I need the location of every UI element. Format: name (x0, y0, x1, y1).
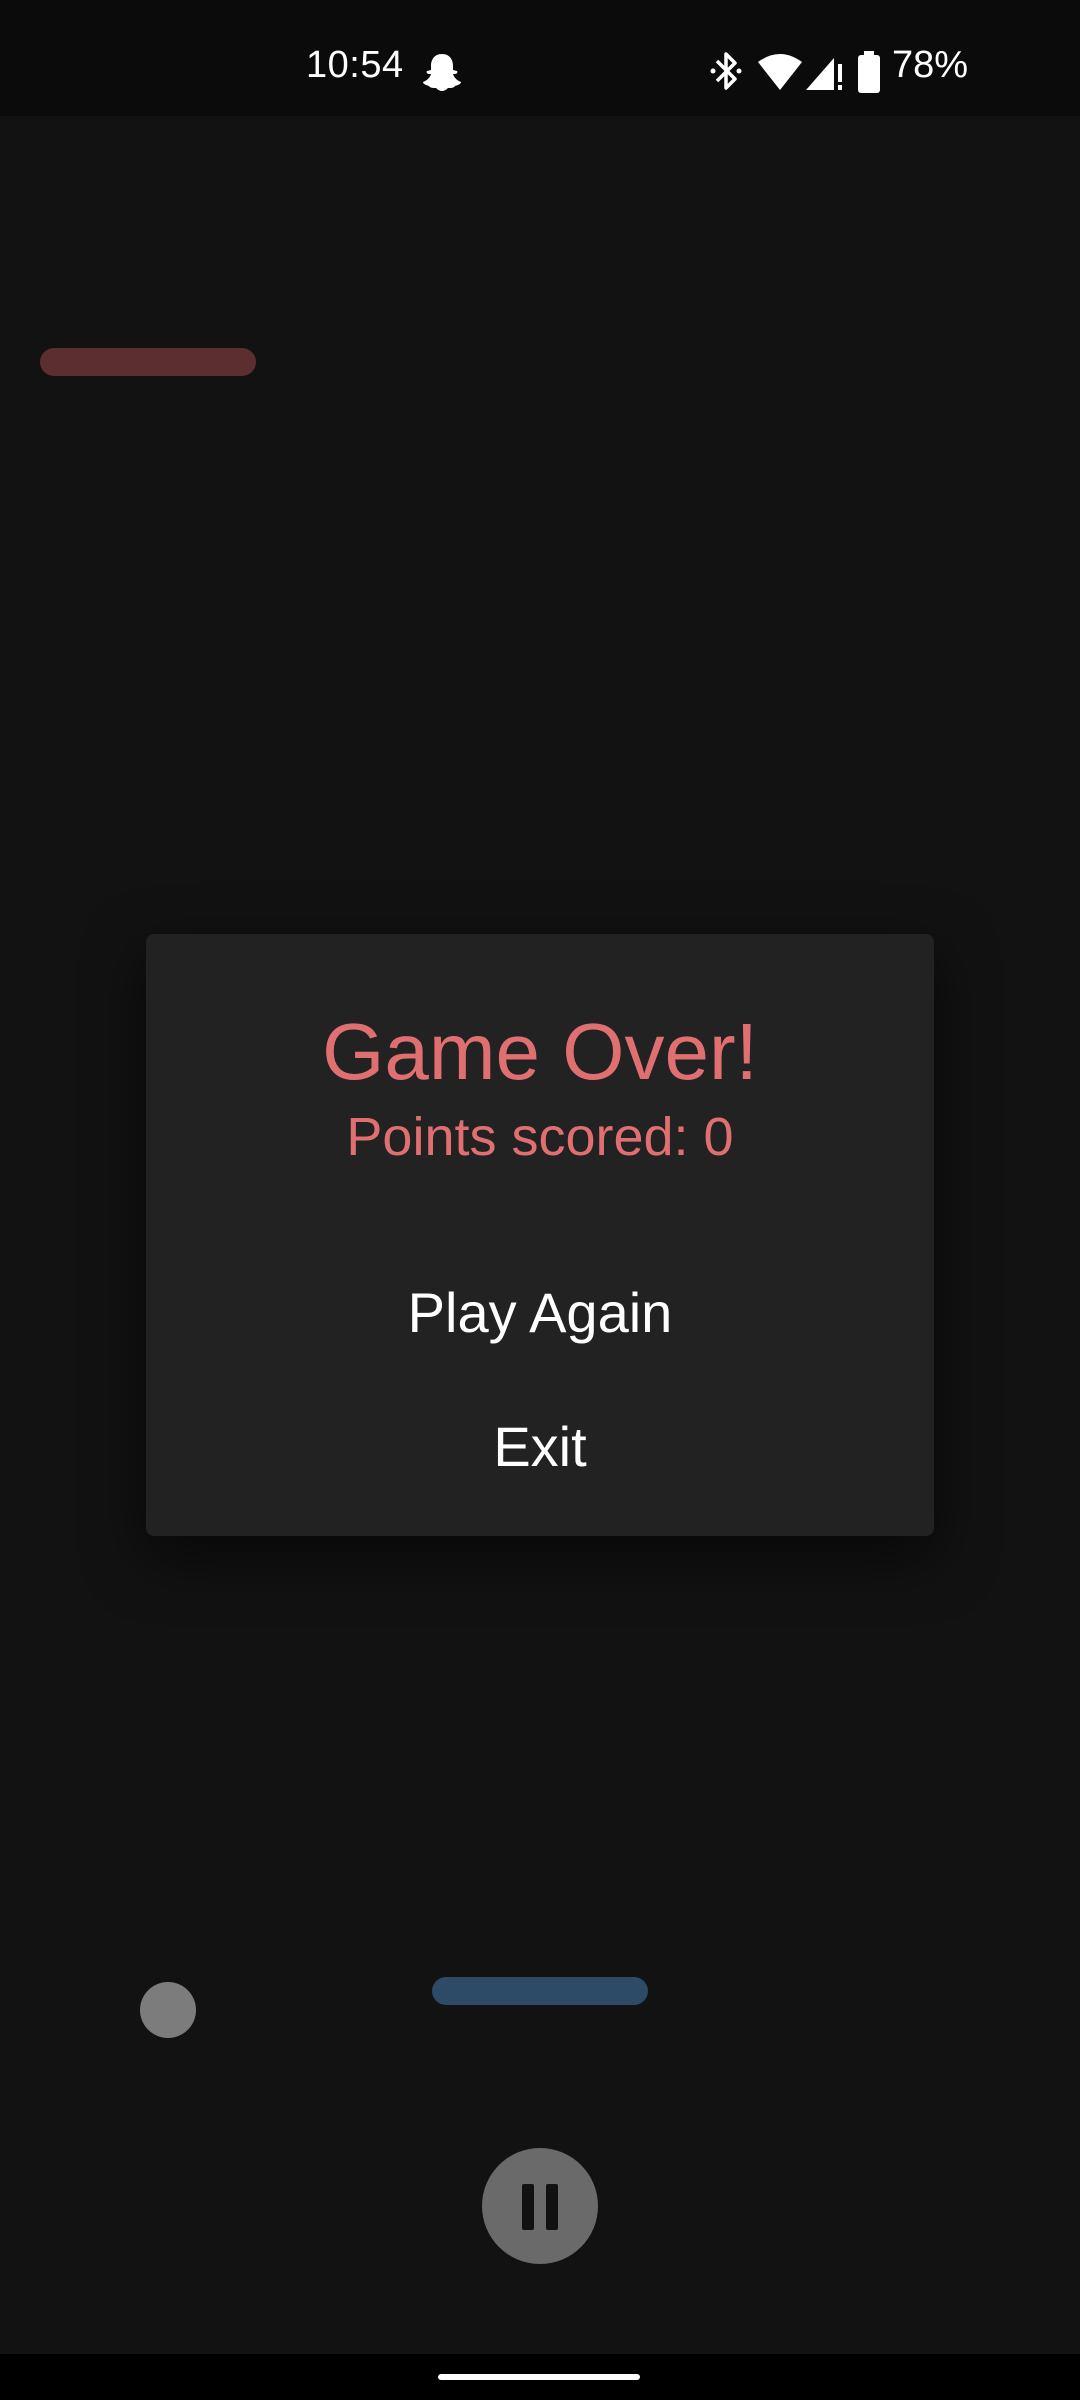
opponent-paddle (40, 348, 256, 376)
pause-icon (546, 2184, 558, 2230)
pause-button[interactable] (482, 2148, 598, 2264)
battery-icon (858, 51, 880, 93)
ball (140, 1982, 196, 2038)
navigation-bar (0, 2354, 1080, 2400)
snapchat-icon (423, 54, 461, 91)
player-paddle[interactable] (432, 1977, 648, 2005)
game-over-dialog: Game Over! Points scored: 0 Play Again E… (146, 934, 934, 1536)
bluetooth-icon (710, 52, 742, 90)
pause-icon (522, 2184, 534, 2230)
wifi-icon (758, 54, 802, 90)
game-screen: 10:54 78% Game Over! Points scored: 0 Pl… (0, 0, 1080, 2400)
status-bar: 10:54 78% (0, 0, 1080, 116)
signal-icon (806, 58, 842, 90)
exit-button[interactable]: Exit (146, 1414, 934, 1479)
status-time: 10:54 (306, 44, 404, 86)
battery-percentage: 78% (892, 44, 969, 86)
dialog-title: Game Over! (322, 1007, 758, 1096)
play-again-button[interactable]: Play Again (146, 1280, 934, 1345)
home-gesture-handle[interactable] (438, 2374, 640, 2380)
score-text: Points scored: 0 (346, 1107, 734, 1167)
